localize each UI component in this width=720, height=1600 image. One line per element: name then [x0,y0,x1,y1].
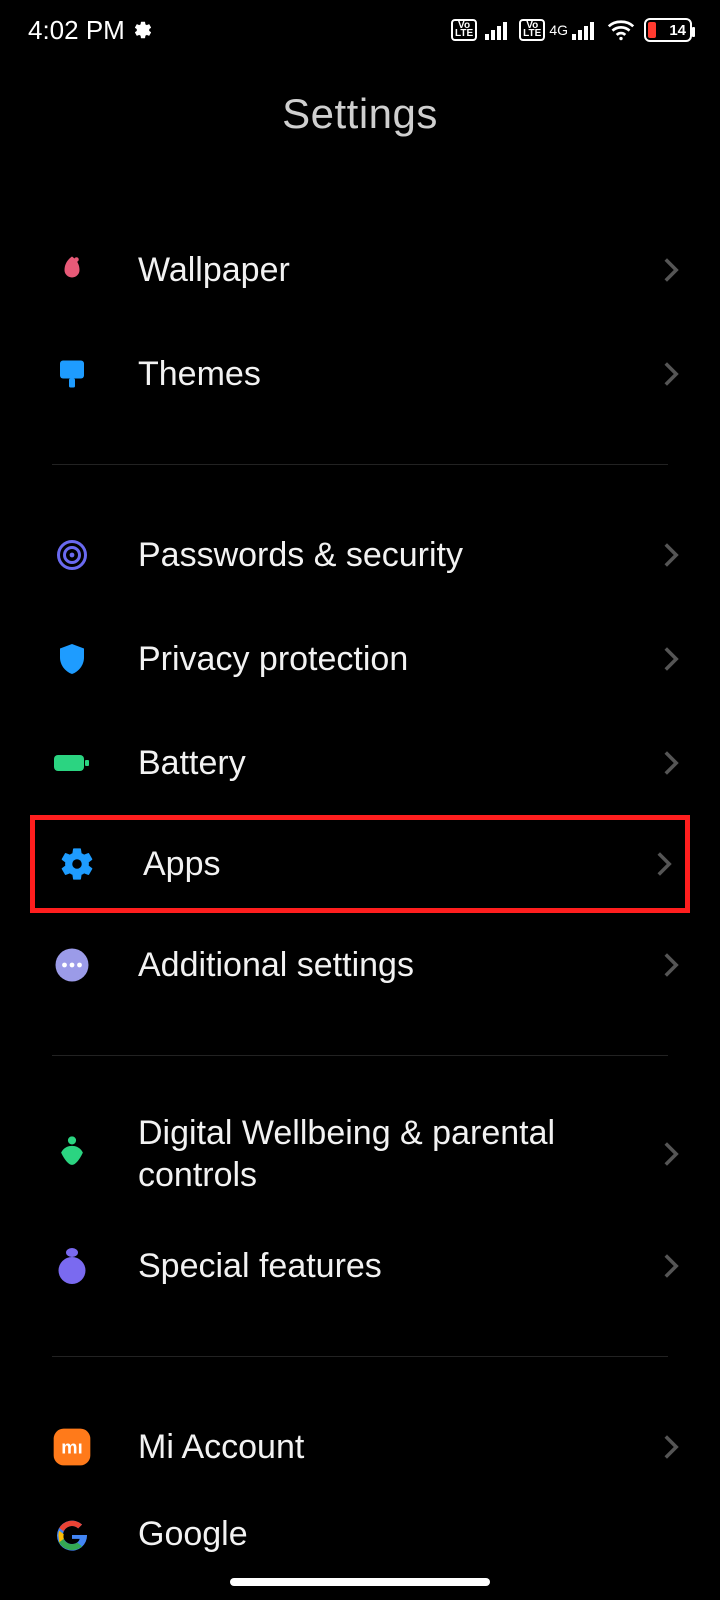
page-title: Settings [0,90,720,138]
wifi-icon [606,19,636,41]
row-label: Additional settings [138,946,662,985]
row-label: Privacy protection [138,640,662,679]
separator [52,1356,668,1357]
separator [52,1055,668,1056]
chevron-right-icon [662,1140,680,1168]
chevron-right-icon [662,256,680,284]
svg-text:mı: mı [61,1437,82,1458]
separator [52,464,668,465]
signal-icon [485,20,511,40]
status-left: 4:02 PM [28,15,153,46]
settings-row-apps[interactable]: Apps [30,815,690,913]
chevron-right-icon [662,645,680,673]
row-label: Battery [138,744,662,783]
more-icon [52,945,92,985]
settings-row-themes[interactable]: Themes [0,322,720,426]
mi-icon: mı [52,1427,92,1467]
chevron-right-icon [662,1252,680,1280]
chevron-right-icon [655,850,673,878]
battery-level: 14 [669,22,686,39]
status-time: 4:02 PM [28,15,125,46]
wallpaper-icon [52,250,92,290]
row-label: Google [138,1515,680,1554]
row-label: Themes [138,355,662,394]
wellbeing-icon [52,1134,92,1174]
chevron-right-icon [662,1433,680,1461]
google-icon [52,1515,92,1555]
net-type: 4G [549,25,568,35]
settings-row-google[interactable]: Google [0,1499,720,1559]
volte-icon: VoLTE [451,19,477,41]
settings-row-passwords[interactable]: Passwords & security [0,503,720,607]
fingerprint-icon [52,535,92,575]
settings-row-additional[interactable]: Additional settings [0,913,720,1017]
themes-icon [52,354,92,394]
chevron-right-icon [662,541,680,569]
settings-row-battery[interactable]: Battery [0,711,720,815]
battery-icon [52,743,92,783]
nav-indicator[interactable] [230,1578,490,1586]
status-bar: 4:02 PM VoLTE VoLTE 4G 14 [0,0,720,60]
chevron-right-icon [662,951,680,979]
battery-icon: 14 [644,18,692,42]
chevron-right-icon [662,749,680,777]
settings-row-miaccount[interactable]: mı Mi Account [0,1395,720,1499]
row-label: Wallpaper [138,251,662,290]
row-label: Mi Account [138,1428,662,1467]
row-label: Apps [143,845,655,884]
settings-row-wellbeing[interactable]: Digital Wellbeing & parental controls [0,1094,720,1214]
signal-icon-2 [572,20,598,40]
chevron-right-icon [662,360,680,388]
special-icon [52,1246,92,1286]
shield-icon [52,639,92,679]
status-right: VoLTE VoLTE 4G 14 [451,18,692,42]
settings-row-wallpaper[interactable]: Wallpaper [0,218,720,322]
row-label: Passwords & security [138,536,662,575]
apps-gear-icon [57,844,97,884]
settings-row-special[interactable]: Special features [0,1214,720,1318]
row-label: Special features [138,1247,662,1286]
volte-icon-2: VoLTE [519,19,545,41]
row-label: Digital Wellbeing & parental controls [138,1112,662,1197]
settings-row-privacy[interactable]: Privacy protection [0,607,720,711]
gear-icon [133,20,153,40]
